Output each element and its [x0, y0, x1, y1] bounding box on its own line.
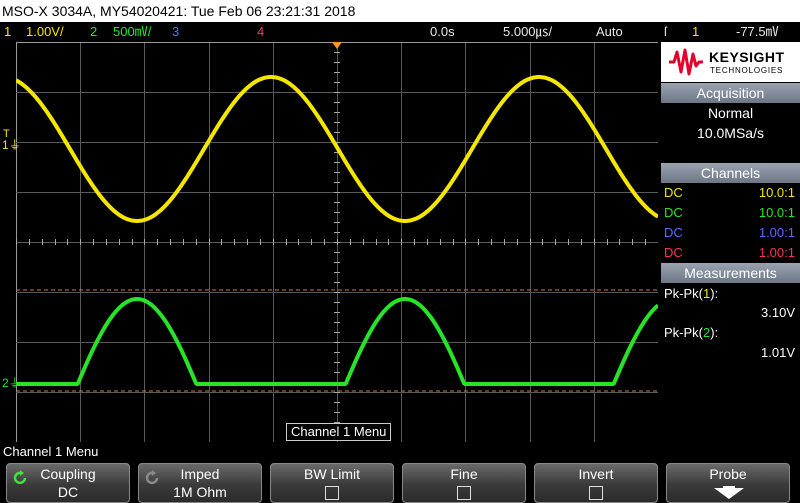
knob-icon — [145, 470, 159, 484]
softkey-value: 1M Ohm — [173, 484, 227, 500]
softkey-label: Probe — [709, 466, 747, 482]
channel-row-2: DC 10.0:1 — [664, 203, 797, 223]
measurement-1-value-row: 3.10V — [664, 303, 797, 323]
knob-icon — [13, 470, 27, 484]
arrow-down-icon — [714, 486, 744, 499]
softkey-imped[interactable]: Imped 1M Ohm — [138, 463, 262, 503]
trigger-channel[interactable]: 1 — [692, 22, 699, 42]
time-offset[interactable]: 0.0s — [430, 22, 455, 42]
measurements-header[interactable]: Measurements — [661, 263, 800, 283]
softkey-label: BW Limit — [304, 466, 360, 482]
time-scale[interactable]: 5.000㎲/ — [503, 22, 552, 42]
measurement-1-value: 3.10V — [761, 305, 795, 320]
instrument-title: MSO-X 3034A, MY54020421: Tue Feb 06 23:2… — [2, 3, 356, 19]
brand-subtitle: TECHNOLOGIES — [710, 66, 784, 75]
channels-body: DC 10.0:1 DC 10.0:1 DC 1.00:1 DC 1.00:1 — [661, 183, 800, 263]
ch4-number[interactable]: 4 — [257, 22, 264, 42]
ch2-number[interactable]: 2 — [90, 22, 97, 42]
menu-title: Channel 1 Menu — [3, 444, 99, 459]
softkey-fine[interactable]: Fine — [402, 463, 526, 503]
channel-probe-ratio: 10.0:1 — [758, 185, 795, 200]
channel-row-1: DC 10.0:1 — [664, 183, 797, 203]
measurements-body: Pk-Pk(1): 3.10V Pk-Pk(2): 1.01V — [661, 283, 800, 371]
acquisition-mode: Normal — [707, 105, 754, 121]
ch2-offset-label: 2 — [2, 376, 9, 390]
channel-coupling: DC — [664, 205, 683, 220]
ch3-number[interactable]: 3 — [172, 22, 179, 42]
ch1-scale[interactable]: 1.00V/ — [26, 22, 64, 42]
softkey-label: Invert — [578, 466, 614, 482]
channel-row-4: DC 1.00:1 — [664, 243, 797, 263]
keysight-wave-icon — [669, 48, 703, 76]
ch2-offset-marker[interactable]: 2⏚ — [2, 374, 21, 391]
ch2-scale[interactable]: 500㎷/ — [113, 22, 151, 42]
keysight-logo: KEYSIGHT TECHNOLOGIES — [661, 42, 800, 82]
softkey-coupling[interactable]: Coupling DC — [6, 463, 130, 503]
channel-menu-label: Channel 1 Menu — [286, 423, 392, 441]
measurement-1-label: Pk-Pk(1): — [664, 286, 719, 301]
channel-probe-ratio: 1.00:1 — [758, 245, 795, 260]
softkey-bw-limit[interactable]: BW Limit — [270, 463, 394, 503]
waveform-display[interactable]: 1 2 — [16, 42, 658, 442]
trigger-edge-icon: ſ — [664, 24, 667, 39]
softkey-invert[interactable]: Invert — [534, 463, 658, 503]
channel-coupling: DC — [664, 185, 683, 200]
trigger-position-marker[interactable] — [332, 42, 342, 49]
trigger-level[interactable]: -77.5㎷ — [736, 22, 779, 42]
ch1-offset-marker[interactable]: 1⏚ — [2, 136, 21, 153]
channel-coupling: DC — [664, 245, 683, 260]
channel-row-3: DC 1.00:1 — [664, 223, 797, 243]
channels-header[interactable]: Channels — [661, 163, 800, 183]
ch1-number[interactable]: 1 — [4, 22, 11, 42]
checkbox-icon — [589, 486, 603, 500]
acquisition-header[interactable]: Acquisition — [661, 83, 800, 103]
channel-probe-ratio: 10.0:1 — [758, 205, 795, 220]
acquisition-body: Normal 10.0MSa/s — [661, 103, 800, 165]
channel-coupling: DC — [664, 225, 683, 240]
softkey-bar: Coupling DC Imped 1M Ohm BW Limit Fine Invert P… — [0, 461, 800, 503]
softkey-label: Fine — [450, 466, 478, 482]
channel-probe-ratio: 1.00:1 — [758, 225, 795, 240]
checkbox-icon — [457, 486, 471, 500]
measurement-2-value: 1.01V — [761, 345, 795, 360]
measurement-2-value-row: 1.01V — [664, 343, 797, 363]
softkey-probe[interactable]: Probe — [666, 463, 790, 503]
status-bar: 1 1.00V/ 2 500㎷/ 3 4 0.0s 5.000㎲/ Auto ſ… — [0, 22, 800, 42]
checkbox-icon — [325, 486, 339, 500]
softkey-value: DC — [57, 484, 79, 500]
brand-name: KEYSIGHT — [709, 49, 785, 65]
graticule: 1 2 — [16, 42, 658, 442]
trigger-mode[interactable]: Auto — [596, 22, 623, 42]
title-bar: MSO-X 3034A, MY54020421: Tue Feb 06 23:2… — [0, 0, 800, 22]
ch1-offset-label: 1 — [2, 138, 9, 152]
sample-rate: 10.0MSa/s — [697, 125, 764, 141]
measurement-2-label: Pk-Pk(2): — [664, 325, 719, 340]
info-panel: KEYSIGHT TECHNOLOGIES Acquisition Normal… — [661, 42, 800, 442]
